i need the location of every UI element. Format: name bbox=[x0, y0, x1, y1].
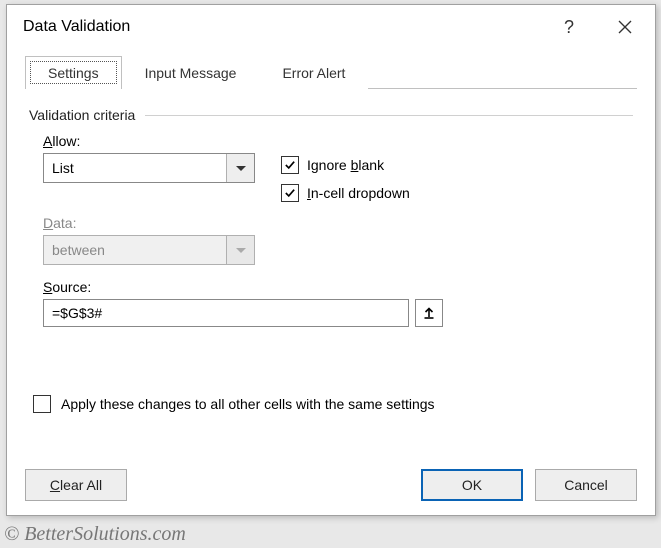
allow-label: Allow: bbox=[43, 133, 269, 149]
close-icon bbox=[617, 19, 633, 35]
ok-button[interactable]: OK bbox=[421, 469, 523, 501]
chevron-down-icon bbox=[236, 166, 246, 171]
source-input[interactable] bbox=[43, 299, 409, 327]
data-value: between bbox=[44, 242, 226, 258]
collapse-dialog-button[interactable] bbox=[415, 299, 443, 327]
in-cell-dropdown-row[interactable]: In-cell dropdown bbox=[281, 179, 410, 207]
data-dropdown-button bbox=[226, 236, 254, 264]
tab-error-alert[interactable]: Error Alert bbox=[259, 56, 368, 89]
clear-all-button[interactable]: Clear All bbox=[25, 469, 127, 501]
apply-changes-checkbox[interactable] bbox=[33, 395, 51, 413]
close-button[interactable] bbox=[605, 15, 645, 39]
allow-dropdown[interactable]: List bbox=[43, 153, 255, 183]
criteria-group: Validation criteria Allow: List bbox=[25, 89, 637, 419]
chevron-down-icon bbox=[236, 248, 246, 253]
check-icon bbox=[284, 160, 296, 170]
tabstrip: Settings Input Message Error Alert bbox=[25, 55, 637, 89]
ignore-blank-row[interactable]: Ignore blank bbox=[281, 151, 410, 179]
check-icon bbox=[284, 188, 296, 198]
tab-settings[interactable]: Settings bbox=[25, 56, 122, 89]
titlebar-controls: ? bbox=[549, 13, 645, 42]
apply-changes-row[interactable]: Apply these changes to all other cells w… bbox=[29, 395, 633, 413]
criteria-legend-line bbox=[145, 115, 633, 116]
tab-input-message[interactable]: Input Message bbox=[122, 56, 260, 89]
dialog-footer: Clear All OK Cancel bbox=[25, 469, 637, 501]
titlebar: Data Validation ? bbox=[7, 5, 655, 49]
in-cell-dropdown-label: In-cell dropdown bbox=[307, 185, 410, 201]
in-cell-dropdown-checkbox[interactable] bbox=[281, 184, 299, 202]
cancel-button[interactable]: Cancel bbox=[535, 469, 637, 501]
source-label: Source: bbox=[43, 279, 633, 295]
watermark: © BetterSolutions.com bbox=[4, 523, 186, 546]
data-validation-dialog: Data Validation ? Settings Input Message… bbox=[6, 4, 656, 516]
criteria-legend: Validation criteria bbox=[29, 107, 633, 123]
help-button[interactable]: ? bbox=[549, 13, 589, 42]
allow-value: List bbox=[44, 160, 226, 176]
ignore-blank-checkbox[interactable] bbox=[281, 156, 299, 174]
data-label: Data: bbox=[43, 215, 269, 231]
apply-changes-label: Apply these changes to all other cells w… bbox=[61, 396, 435, 412]
range-selector-icon bbox=[422, 306, 436, 320]
dialog-content: Settings Input Message Error Alert Valid… bbox=[7, 49, 655, 433]
ignore-blank-label: Ignore blank bbox=[307, 157, 384, 173]
dialog-title: Data Validation bbox=[23, 18, 130, 36]
data-dropdown: between bbox=[43, 235, 255, 265]
criteria-legend-text: Validation criteria bbox=[29, 107, 135, 123]
allow-dropdown-button[interactable] bbox=[226, 154, 254, 182]
